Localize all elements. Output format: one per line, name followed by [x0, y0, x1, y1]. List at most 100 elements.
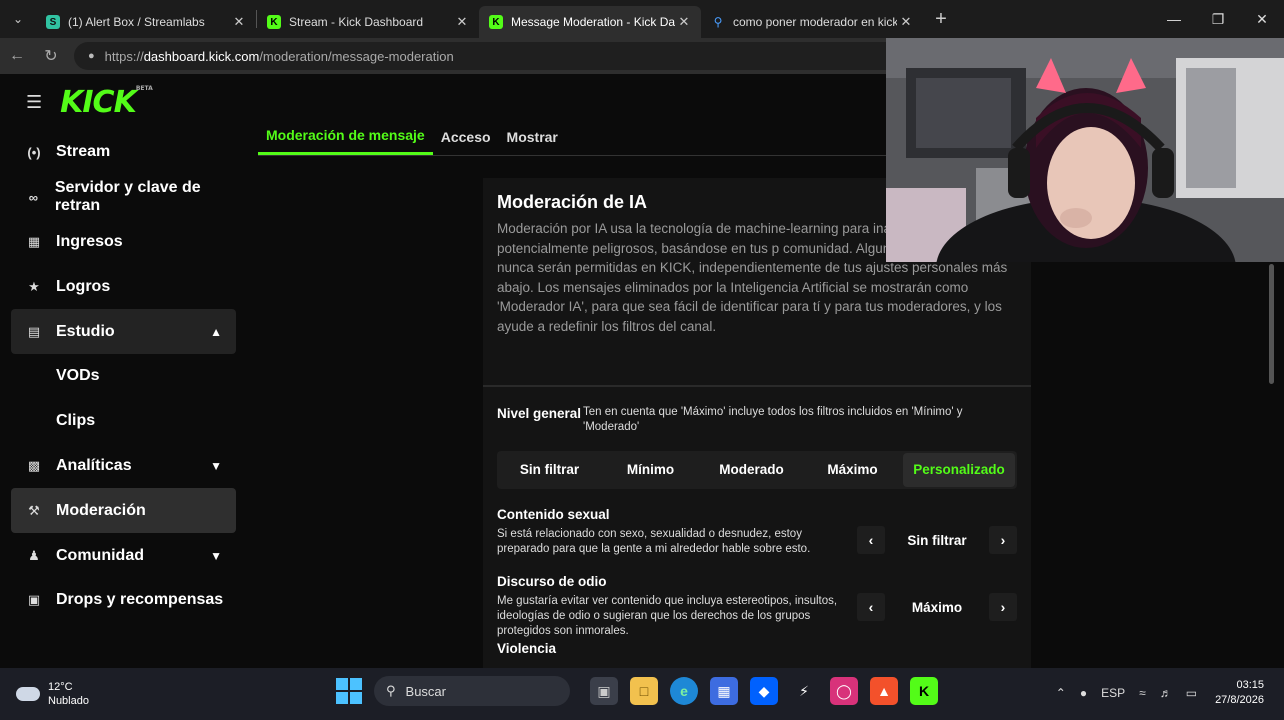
sidebar-item-drops[interactable]: ▣ Drops y recompensas [11, 578, 236, 623]
sidebar: ☰ KICKBETA (•) Stream ∞ Servidor y clave d… [0, 74, 248, 668]
tab-streamlabs[interactable]: S (1) Alert Box / Streamlabs ✕ [36, 6, 256, 38]
sidebar-item-estudio[interactable]: ▤ Estudio ▲ [11, 309, 236, 354]
tab-kick-stream[interactable]: K Stream - Kick Dashboard ✕ [257, 6, 479, 38]
level-option-minimo[interactable]: Mínimo [600, 453, 701, 487]
kick-icon: K [267, 15, 281, 29]
tab-message-moderation-sub[interactable]: Moderación de mensaje [258, 118, 433, 155]
new-tab-plus-icon[interactable]: + [923, 8, 959, 31]
language-indicator[interactable]: ESP [1101, 686, 1125, 700]
stepper-value: Máximo [911, 599, 963, 615]
sidebar-item-moderacion[interactable]: ⚒ Moderación [11, 488, 236, 534]
windows-start-icon[interactable] [336, 678, 362, 704]
webcam-feed-image [886, 38, 1284, 262]
category-title: Contenido sexual [497, 507, 610, 522]
trophy-icon: ★ [28, 278, 40, 294]
lock-icon: ● [88, 50, 95, 62]
close-tab-icon[interactable]: ✕ [897, 14, 915, 30]
microphone-icon[interactable]: ● [1080, 686, 1087, 700]
general-level-label: Nivel general [497, 406, 582, 421]
tab-access[interactable]: Acceso [433, 118, 499, 155]
file-explorer-icon[interactable]: □ [630, 677, 658, 705]
studio-icon: ▤ [27, 323, 41, 339]
sidebar-item-ingresos[interactable]: ▦ Ingresos [11, 220, 236, 265]
sidebar-item-logros[interactable]: ★ Logros [11, 264, 236, 309]
tab-message-moderation[interactable]: K Message Moderation - Kick Dashb ✕ [479, 6, 701, 38]
level-stepper: ‹ Máximo › [857, 592, 1017, 622]
close-tab-icon[interactable]: ✕ [453, 14, 471, 30]
level-selector: Sin filtrar Mínimo Moderado Máximo Perso… [497, 451, 1017, 489]
chevron-up-icon[interactable]: ⌃ [1056, 686, 1066, 700]
edge-browser-icon[interactable]: e [670, 677, 698, 705]
system-tray: ⌃ ● ESP ≈ ♬ ▭ 03:15 27/8/2026 [1042, 678, 1264, 708]
brave-browser-icon[interactable]: ▲ [870, 677, 898, 705]
minimize-icon[interactable]: — [1152, 0, 1196, 38]
category-description: Si está relacionado con sexo, sexualidad… [497, 528, 811, 555]
category-title: Discurso de odio [497, 574, 607, 589]
level-stepper: ‹ Sin filtrar › [857, 525, 1017, 555]
search-icon: ⚲ [713, 15, 723, 29]
chevron-left-icon[interactable]: ‹ [857, 526, 885, 554]
battery-icon[interactable]: ▭ [1186, 686, 1197, 700]
kick-logo[interactable]: KICKBETA [60, 85, 153, 120]
level-option-maximo[interactable]: Máximo [802, 453, 903, 487]
level-option-moderado[interactable]: Moderado [701, 453, 802, 487]
weather-desc: Nublado [48, 695, 89, 707]
level-option-sin-filtrar[interactable]: Sin filtrar [499, 453, 600, 487]
chevron-right-icon[interactable]: › [988, 526, 1017, 554]
sidebar-item-comunidad[interactable]: ♟ Comunidad ▼ [11, 533, 236, 578]
back-arrow-icon[interactable]: ← [0, 47, 34, 65]
sidebar-item-servidor[interactable]: ∞ Servidor y clave de retran [11, 175, 236, 220]
task-view-icon[interactable]: ▣ [590, 677, 618, 705]
chevron-up-icon: ▲ [210, 324, 222, 339]
tab-display[interactable]: Mostrar [499, 118, 566, 155]
sidebar-header: ☰ KICKBETA [0, 74, 248, 130]
level-option-personalizado[interactable]: Personalizado [903, 453, 1015, 487]
moderation-subtabs: Moderación de mensaje Acceso Mostrar [258, 118, 918, 156]
chevron-down-icon: ▼ [210, 458, 222, 473]
restore-icon[interactable]: ❐ [1196, 0, 1240, 38]
instagram-icon[interactable]: ◯ [830, 677, 858, 705]
chevron-left-icon[interactable]: ‹ [857, 593, 885, 621]
sidebar-item-stream[interactable]: (•) Stream [11, 130, 236, 175]
dropbox-icon[interactable]: ◆ [750, 677, 778, 705]
beta-badge: BETA [135, 84, 153, 92]
kick-app-icon[interactable]: K [910, 677, 938, 705]
url-scheme: https:// [104, 48, 144, 64]
chevron-right-icon[interactable]: › [988, 593, 1017, 621]
tab-actions-menu-icon[interactable]: ⌄ [0, 0, 36, 38]
general-level-row: Nivel general Ten en cuenta que 'Máximo'… [483, 387, 1031, 435]
url-path: /moderation/message-moderation [259, 48, 454, 64]
url-field[interactable]: ● https://dashboard.kick.com/moderation/… [74, 42, 914, 70]
taskbar-search[interactable]: ⚲ Buscar [374, 676, 570, 706]
hamburger-menu-icon[interactable]: ☰ [26, 92, 42, 113]
chevron-down-icon: ▼ [210, 548, 222, 563]
page-scrollbar[interactable] [1269, 264, 1274, 384]
streamlabs-app-icon[interactable]: ⚡ [790, 677, 818, 705]
sidebar-item-vods[interactable]: VODs [11, 354, 236, 399]
close-tab-icon[interactable]: ✕ [675, 14, 693, 30]
category-hate-speech: Discurso de odio Me gustaría evitar ver … [483, 556, 1031, 637]
url-host: dashboard.kick.com [143, 48, 260, 64]
category-sexual-content: Contenido sexual Si está relacionado con… [483, 489, 1031, 556]
sidebar-item-analiticas[interactable]: ▩ Analíticas ▼ [11, 444, 236, 489]
webcam-overlay [886, 38, 1284, 262]
stepper-value: Sin filtrar [907, 532, 967, 548]
close-window-icon[interactable]: ✕ [1240, 0, 1284, 38]
store-icon[interactable]: ▦ [710, 677, 738, 705]
volume-icon[interactable]: ♬ [1160, 686, 1172, 700]
reload-icon[interactable]: ↻ [34, 46, 68, 66]
weather-temp: 12°C [48, 681, 73, 693]
category-title: Violencia [497, 641, 557, 656]
weather-widget[interactable]: 12°C Nublado [16, 680, 89, 708]
close-tab-icon[interactable]: ✕ [230, 14, 248, 30]
clock[interactable]: 03:15 27/8/2026 [1215, 678, 1264, 708]
gift-icon: ▣ [27, 592, 41, 608]
wifi-icon[interactable]: ≈ [1139, 686, 1146, 700]
sidebar-item-clips[interactable]: Clips [11, 399, 236, 444]
general-level-note: Ten en cuenta que 'Máximo' incluye todos… [583, 406, 963, 433]
analytics-icon: ▩ [27, 457, 41, 473]
wrench-icon: ⚒ [28, 502, 40, 518]
search-icon: ⚲ [386, 683, 396, 698]
community-icon: ♟ [28, 547, 40, 563]
tab-search-result[interactable]: ⚲ como poner moderador en kick - ✕ [701, 6, 923, 38]
